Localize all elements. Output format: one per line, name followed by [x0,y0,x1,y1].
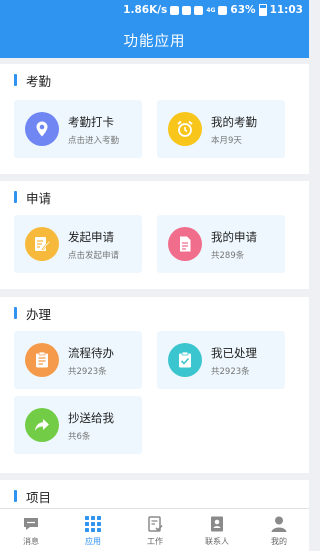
tab-label: 消息 [23,537,39,546]
network-type: 4G [206,6,216,14]
card-subtitle: 共2923条 [68,367,107,377]
alarm-icon [182,5,192,15]
main-content: 考勤 考勤打卡 点击进入考勤 我的考勤 本月9天 申请 发起申请 点击发起申请 [0,58,309,508]
bottom-tab-bar: 消息 应用 工作 联系人 我的 [0,508,309,551]
pending-workflow-card[interactable]: 流程待办 共2923条 [14,331,142,389]
card-subtitle: 点击发起申请 [68,251,120,261]
section-title: 项目 [14,489,51,505]
card-subtitle: 共6条 [68,432,91,442]
location-pin-icon [25,112,59,146]
tab-work[interactable]: 工作 [124,509,186,551]
attendance-checkin-card[interactable]: 考勤打卡 点击进入考勤 [14,100,142,158]
tab-messages[interactable]: 消息 [0,509,62,551]
cc-to-me-card[interactable]: 抄送给我 共6条 [14,396,142,454]
my-applications-card[interactable]: 我的申请 共289条 [157,215,285,273]
section-marker [14,307,17,319]
signal-icon [218,5,228,15]
start-application-card[interactable]: 发起申请 点击发起申请 [14,215,142,273]
card-subtitle: 点击进入考勤 [68,136,120,146]
processed-card[interactable]: 我已处理 共2923条 [157,331,285,389]
section-title: 申请 [14,190,51,206]
document-icon [168,227,202,261]
tab-label: 工作 [147,537,163,546]
card-label: 发起申请 [68,230,114,244]
clipboard-check-icon [168,343,202,377]
network-speed: 1.86K/s [123,4,168,16]
tab-apps[interactable]: 应用 [62,509,124,551]
card-label: 考勤打卡 [68,115,114,129]
tab-contacts[interactable]: 联系人 [186,509,248,551]
card-subtitle: 共2923条 [211,367,250,377]
contacts-icon [211,516,223,532]
section-attendance: 考勤 考勤打卡 点击进入考勤 我的考勤 本月9天 [0,64,309,174]
wifi-icon [194,5,204,15]
card-subtitle: 本月9天 [211,136,242,146]
tab-label: 应用 [85,537,101,546]
clock: 11:03 [269,4,303,16]
tab-label: 我的 [271,537,287,546]
alarm-clock-icon [168,112,202,146]
my-attendance-card[interactable]: 我的考勤 本月9天 [157,100,285,158]
card-label: 我已处理 [211,346,257,360]
app-header: 1.86K/s 4G 63% 11:03 功能应用 [0,0,309,58]
section-marker [14,74,17,86]
section-marker [14,490,17,502]
section-marker [14,191,17,203]
tab-profile[interactable]: 我的 [248,509,310,551]
profile-icon [271,516,287,532]
section-processing: 办理 流程待办 共2923条 我已处理 共2923条 抄送给我 共6条 [0,297,309,473]
card-label: 流程待办 [68,346,114,360]
apps-grid-icon [85,516,101,532]
nfc-icon [170,5,180,15]
battery-icon [258,4,267,16]
battery-percent: 63% [230,4,256,16]
section-title: 考勤 [14,73,51,89]
card-subtitle: 共289条 [211,251,245,261]
section-title: 办理 [14,306,51,322]
section-application: 申请 发起申请 点击发起申请 我的申请 共289条 [0,181,309,289]
forward-arrow-icon [25,408,59,442]
message-icon [24,518,38,530]
clipboard-list-icon [25,343,59,377]
tab-label: 联系人 [205,537,229,546]
status-bar: 1.86K/s 4G 63% 11:03 [123,3,303,17]
work-checklist-icon [148,516,163,532]
section-project: 项目 [0,480,309,508]
card-label: 我的申请 [211,230,257,244]
card-label: 抄送给我 [68,411,114,425]
page-title: 功能应用 [123,34,186,50]
card-label: 我的考勤 [211,115,257,129]
edit-document-icon [25,227,59,261]
